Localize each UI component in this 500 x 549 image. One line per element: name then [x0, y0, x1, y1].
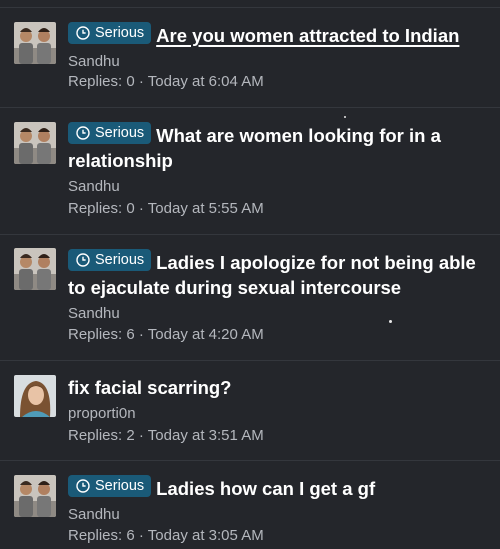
thread-title-line: Serious Ladies I apologize for not being …	[68, 249, 488, 300]
replies-label: Replies:	[68, 200, 123, 217]
thread-meta: Replies: 0 · Today at 6:04 AM	[68, 72, 264, 92]
thread-time[interactable]: Today at 3:51 AM	[148, 427, 264, 444]
clock-icon	[76, 253, 90, 267]
thread-item[interactable]: Serious Ladies how can I get a gf Sandhu …	[0, 461, 500, 549]
thread-title-link[interactable]: Are you women attracted to Indian	[156, 25, 459, 46]
serious-prefix-badge[interactable]: Serious	[68, 22, 152, 44]
clock-icon	[76, 479, 90, 493]
replies-label: Replies:	[68, 326, 123, 343]
prefix-label: Serious	[95, 477, 145, 494]
avatar[interactable]	[14, 475, 56, 517]
screen-speck	[344, 116, 346, 118]
thread-author[interactable]: Sandhu	[68, 177, 488, 196]
serious-prefix-badge[interactable]: Serious	[68, 122, 152, 144]
thread-list: Serious Are you women attracted to Indian…	[0, 0, 500, 549]
divider	[0, 0, 500, 8]
replies-label: Replies:	[68, 73, 123, 90]
thread-meta: Replies: 0 · Today at 5:55 AM	[68, 199, 264, 219]
prefix-label: Serious	[95, 251, 145, 268]
thread-author[interactable]: proporti0n	[68, 404, 488, 423]
thread-item[interactable]: Serious What are women looking for in a r…	[0, 108, 500, 235]
meta-separator: ·	[138, 73, 144, 90]
serious-prefix-badge[interactable]: Serious	[68, 475, 152, 497]
thread-item[interactable]: Serious Are you women attracted to Indian…	[0, 8, 500, 108]
thread-meta: Replies: 6 · Today at 4:20 AM	[68, 325, 264, 345]
thread-title-line: Serious Are you women attracted to Indian	[68, 22, 488, 48]
thread-title-line: Serious What are women looking for in a r…	[68, 122, 488, 173]
replies-count: 0	[126, 200, 135, 217]
thread-author[interactable]: Sandhu	[68, 52, 488, 71]
thread-title-line: Serious Ladies how can I get a gf	[68, 475, 488, 501]
avatar-woman-icon	[14, 375, 56, 417]
thread-time[interactable]: Today at 5:55 AM	[148, 200, 264, 217]
thread-time[interactable]: Today at 4:20 AM	[148, 326, 264, 343]
avatar[interactable]	[14, 122, 56, 164]
thread-author[interactable]: Sandhu	[68, 505, 488, 524]
prefix-label: Serious	[95, 124, 145, 141]
thread-author[interactable]: Sandhu	[68, 304, 488, 323]
meta-separator: ·	[138, 527, 144, 544]
avatar-two-men-icon	[14, 22, 56, 64]
thread-meta: Replies: 6 · Today at 3:05 AM	[68, 526, 264, 546]
meta-separator: ·	[138, 200, 144, 217]
prefix-label: Serious	[95, 24, 145, 41]
meta-separator: ·	[138, 326, 144, 343]
thread-item[interactable]: Serious Ladies I apologize for not being …	[0, 235, 500, 361]
avatar-two-men-icon	[14, 475, 56, 517]
serious-prefix-badge[interactable]: Serious	[68, 249, 152, 271]
replies-count: 2	[126, 427, 135, 444]
meta-separator: ·	[138, 427, 144, 444]
avatar[interactable]	[14, 248, 56, 290]
avatar-two-men-icon	[14, 122, 56, 164]
replies-count: 6	[126, 527, 135, 544]
thread-time[interactable]: Today at 3:05 AM	[148, 527, 264, 544]
thread-time[interactable]: Today at 6:04 AM	[148, 73, 264, 90]
thread-title-line: fix facial scarring?	[68, 375, 488, 400]
replies-count: 0	[126, 73, 135, 90]
thread-item[interactable]: fix facial scarring? proporti0n Replies:…	[0, 361, 500, 461]
avatar-two-men-icon	[14, 248, 56, 290]
clock-icon	[76, 126, 90, 140]
avatar[interactable]	[14, 375, 56, 417]
clock-icon	[76, 26, 90, 40]
replies-count: 6	[126, 326, 135, 343]
thread-title-link[interactable]: fix facial scarring?	[68, 377, 231, 398]
screen-speck	[389, 320, 392, 323]
replies-label: Replies:	[68, 527, 123, 544]
replies-label: Replies:	[68, 427, 123, 444]
avatar[interactable]	[14, 22, 56, 64]
thread-title-link[interactable]: Ladies how can I get a gf	[156, 478, 375, 499]
thread-meta: Replies: 2 · Today at 3:51 AM	[68, 426, 264, 446]
